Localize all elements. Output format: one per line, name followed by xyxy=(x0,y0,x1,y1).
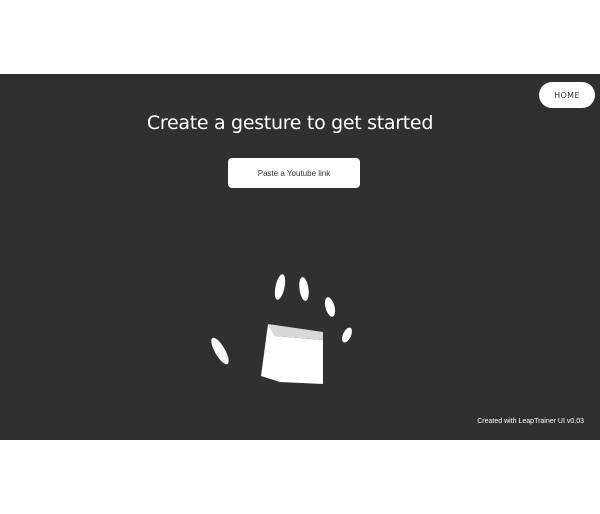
page-title: Create a gesture to get started xyxy=(146,112,434,134)
app-window: HOME Create a gesture to get started Cre… xyxy=(0,74,600,440)
middle-finger-shape xyxy=(299,277,309,301)
pinky-finger-shape xyxy=(342,327,352,343)
thumb-shape xyxy=(211,337,229,365)
ring-finger-shape xyxy=(324,297,336,317)
index-finger-shape xyxy=(274,274,286,300)
home-button[interactable]: HOME xyxy=(539,82,595,108)
credit-text: Created with LeapTrainer UI v0.03 xyxy=(477,418,584,425)
hand-visualization xyxy=(211,274,352,384)
youtube-link-input[interactable] xyxy=(228,158,360,188)
page: HOME Create a gesture to get started Cre… xyxy=(0,0,600,514)
